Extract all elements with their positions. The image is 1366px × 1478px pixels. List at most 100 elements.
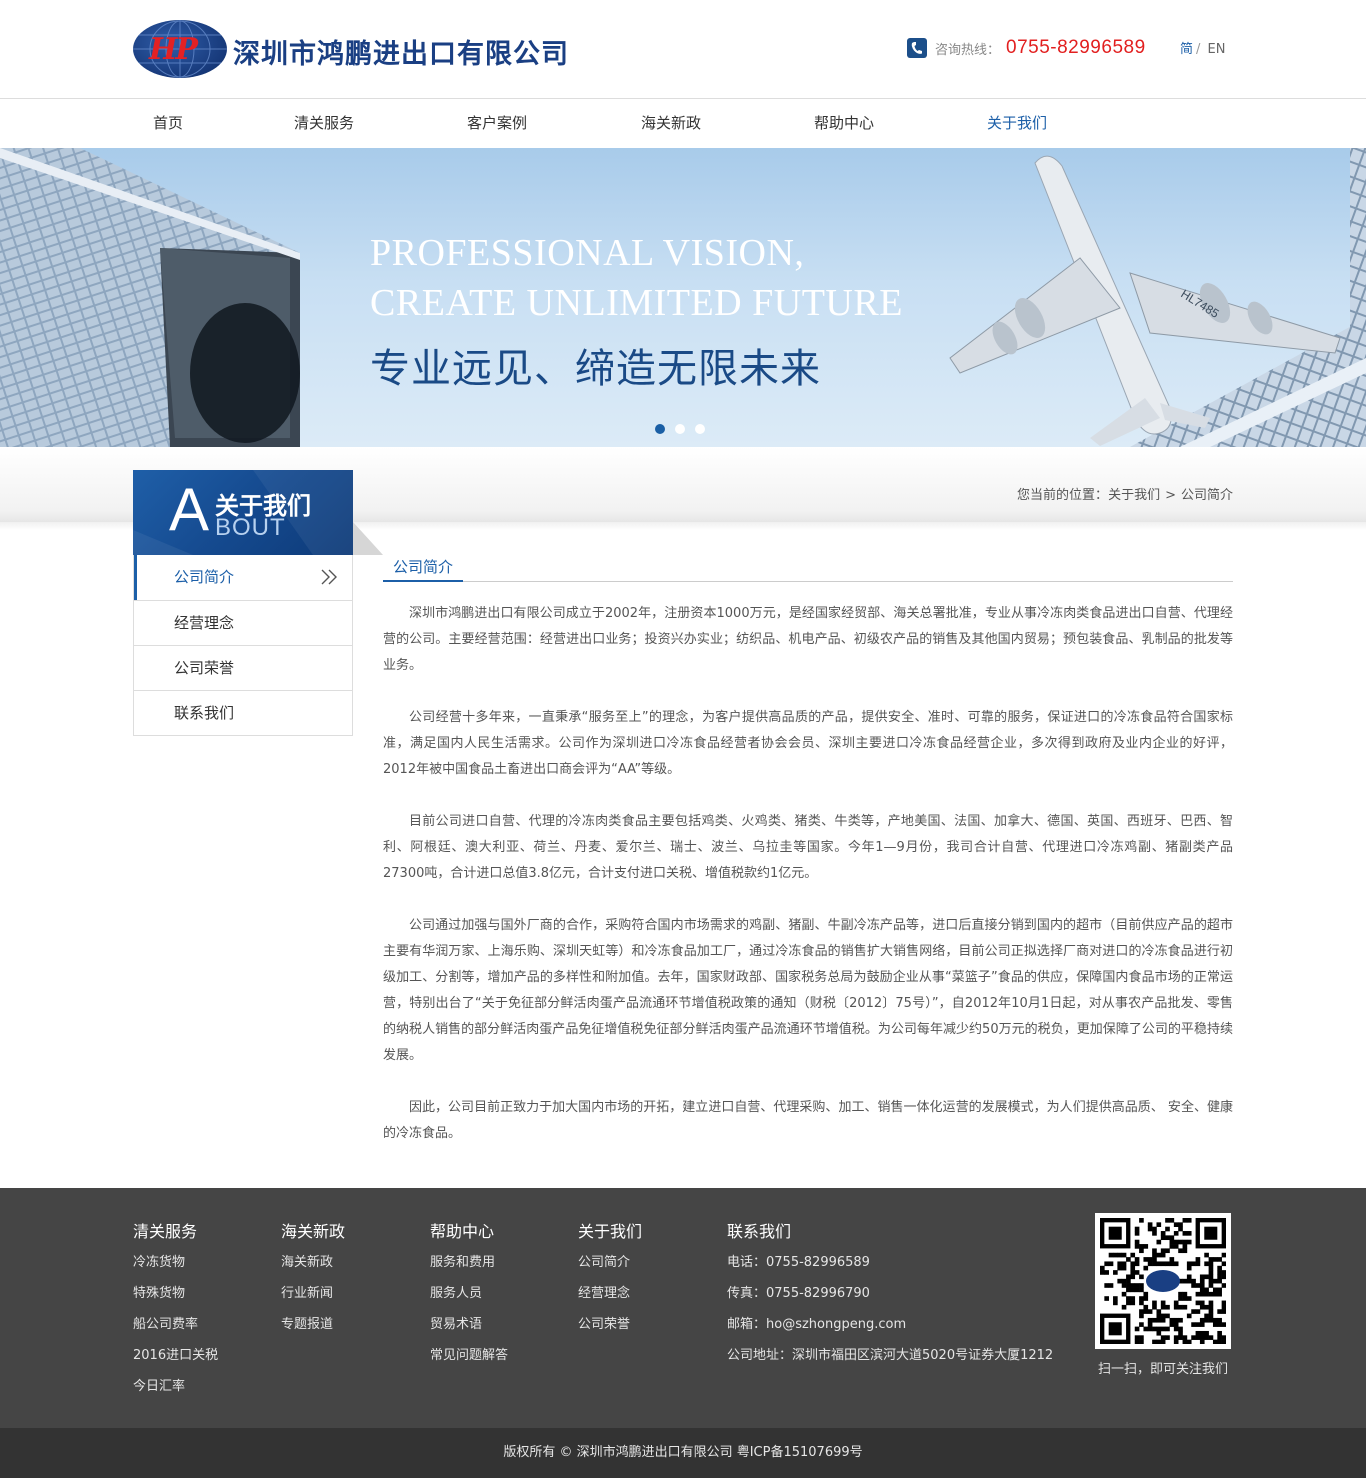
qr-module bbox=[1212, 1287, 1218, 1293]
qr-module bbox=[1113, 1300, 1118, 1306]
qr-module bbox=[1152, 1304, 1157, 1310]
lang-chinese-link[interactable]: 简 bbox=[1180, 42, 1193, 57]
footer-link[interactable]: 公司简介 bbox=[578, 1251, 642, 1282]
qr-module bbox=[1204, 1287, 1209, 1293]
copyright-bar: 版权所有 © 深圳市鸿鹏进出口有限公司 粤ICP备15107699号 bbox=[0, 1428, 1366, 1478]
logo-mark: HP bbox=[149, 32, 198, 67]
breadcrumb-current[interactable]: 公司简介 bbox=[1181, 488, 1233, 503]
sidebar-item-philosophy[interactable]: 经营理念 bbox=[134, 600, 352, 645]
nav-customs-service[interactable]: 清关服务 bbox=[294, 99, 354, 148]
qr-module bbox=[1165, 1226, 1170, 1232]
footer-link[interactable]: 贸易术语 bbox=[430, 1313, 508, 1344]
qr-module bbox=[1217, 1257, 1222, 1262]
footer-link[interactable]: 经营理念 bbox=[578, 1282, 642, 1313]
slider-dot-1[interactable] bbox=[655, 424, 665, 434]
qr-module bbox=[1173, 1326, 1179, 1332]
qr-module bbox=[1134, 1339, 1140, 1345]
footer-link[interactable]: 公司荣誉 bbox=[578, 1313, 642, 1344]
qr-module bbox=[1178, 1335, 1183, 1340]
qr-module bbox=[1165, 1261, 1170, 1267]
qr-module bbox=[1178, 1326, 1183, 1332]
qr-code-image bbox=[1100, 1218, 1227, 1345]
section-title-bar: 公司简介 bbox=[383, 556, 1233, 582]
qr-module bbox=[1217, 1265, 1222, 1271]
qr-module bbox=[1199, 1339, 1205, 1345]
footer-link[interactable]: 行业新闻 bbox=[281, 1282, 345, 1313]
qr-module bbox=[1195, 1257, 1201, 1262]
hotline: 咨询热线： 0755-82996589 bbox=[907, 34, 1146, 62]
footer-link[interactable]: 常见问题解答 bbox=[430, 1344, 508, 1375]
qr-module bbox=[1221, 1339, 1227, 1345]
qr-module bbox=[1134, 1326, 1140, 1332]
slider-dot-3[interactable] bbox=[695, 424, 705, 434]
lang-english-link[interactable]: EN bbox=[1208, 42, 1226, 57]
footer-link[interactable]: 服务和费用 bbox=[430, 1251, 508, 1282]
qr-module bbox=[1208, 1283, 1214, 1288]
qr-module bbox=[1186, 1274, 1192, 1280]
company-logo[interactable]: HP 深圳市鸿鹏进出口有限公司 bbox=[133, 20, 593, 78]
nav-customs-policy[interactable]: 海关新政 bbox=[641, 99, 701, 148]
breadcrumb-about[interactable]: 关于我们 bbox=[1108, 488, 1160, 503]
sidebar-item-honors[interactable]: 公司荣誉 bbox=[134, 645, 352, 690]
qr-module bbox=[1143, 1326, 1149, 1332]
qr-module bbox=[1195, 1330, 1201, 1336]
footer-link[interactable]: 专题报道 bbox=[281, 1313, 345, 1344]
qr-module bbox=[1126, 1278, 1131, 1284]
qr-module bbox=[1130, 1252, 1136, 1258]
qr-module bbox=[1152, 1231, 1157, 1236]
qr-module bbox=[1199, 1287, 1205, 1293]
footer-link[interactable]: 海关新政 bbox=[281, 1251, 345, 1282]
footer-link[interactable]: 服务人员 bbox=[430, 1282, 508, 1313]
footer-link[interactable]: 特殊货物 bbox=[133, 1282, 218, 1313]
hero-banner[interactable]: HL7485 PROFESSIONAL VISION, CREATE UNLIM… bbox=[0, 148, 1366, 447]
qr-module bbox=[1147, 1257, 1153, 1262]
logo-globe-icon: HP bbox=[133, 20, 227, 78]
qr-module bbox=[1152, 1226, 1157, 1232]
footer-link[interactable]: 2016进口关税 bbox=[133, 1344, 218, 1375]
qr-module bbox=[1173, 1304, 1179, 1310]
qr-module bbox=[1169, 1257, 1175, 1262]
nav-about-us[interactable]: 关于我们 bbox=[987, 99, 1047, 148]
slider-dot-2[interactable] bbox=[675, 424, 685, 434]
qr-module bbox=[1160, 1313, 1166, 1319]
nav-cases[interactable]: 客户案例 bbox=[467, 99, 527, 148]
qr-module bbox=[1113, 1270, 1118, 1275]
sidebar-item-company-profile[interactable]: 公司简介 bbox=[134, 555, 352, 600]
qr-module bbox=[1204, 1330, 1209, 1336]
qr-module bbox=[1143, 1244, 1149, 1249]
qr-module bbox=[1217, 1339, 1222, 1345]
qr-module bbox=[1221, 1261, 1227, 1267]
footer-link[interactable]: 船公司费率 bbox=[133, 1313, 218, 1344]
qr-module bbox=[1126, 1257, 1131, 1262]
qr-module bbox=[1208, 1304, 1214, 1310]
qr-module bbox=[1208, 1317, 1214, 1323]
footer-phone: 电话：0755-82996589 bbox=[727, 1255, 870, 1270]
copyright-text: 版权所有 © 深圳市鸿鹏进出口有限公司 粤ICP备15107699号 bbox=[503, 1445, 863, 1460]
footer-email[interactable]: 邮箱：ho@szhongpeng.com bbox=[727, 1313, 1053, 1344]
qr-module bbox=[1178, 1291, 1183, 1297]
qr-module bbox=[1165, 1248, 1170, 1254]
qr-module bbox=[1204, 1335, 1209, 1340]
qr-module bbox=[1199, 1278, 1205, 1284]
qr-module bbox=[1208, 1309, 1214, 1314]
qr-module bbox=[1173, 1222, 1179, 1227]
qr-module bbox=[1191, 1309, 1196, 1314]
qr-module bbox=[1147, 1317, 1153, 1323]
qr-module bbox=[1156, 1261, 1162, 1267]
sidebar-item-label: 经营理念 bbox=[174, 614, 235, 632]
qr-module bbox=[1199, 1283, 1205, 1288]
footer-col-title: 清关服务 bbox=[133, 1222, 198, 1241]
qr-module bbox=[1186, 1218, 1192, 1223]
sidebar-header-letter: A bbox=[169, 476, 210, 543]
qr-module bbox=[1191, 1283, 1196, 1288]
qr-module bbox=[1178, 1222, 1183, 1227]
nav-home[interactable]: 首页 bbox=[153, 99, 183, 148]
sidebar-item-contact[interactable]: 联系我们 bbox=[134, 690, 352, 735]
footer-link[interactable]: 今日汇率 bbox=[133, 1375, 218, 1406]
footer-link[interactable]: 冷冻货物 bbox=[133, 1251, 218, 1282]
qr-module bbox=[1130, 1274, 1136, 1280]
footer-col-title: 联系我们 bbox=[727, 1222, 792, 1241]
banner-title-en-line1: PROFESSIONAL VISION, bbox=[370, 232, 805, 274]
nav-help-center[interactable]: 帮助中心 bbox=[814, 99, 874, 148]
qr-module bbox=[1208, 1278, 1214, 1284]
